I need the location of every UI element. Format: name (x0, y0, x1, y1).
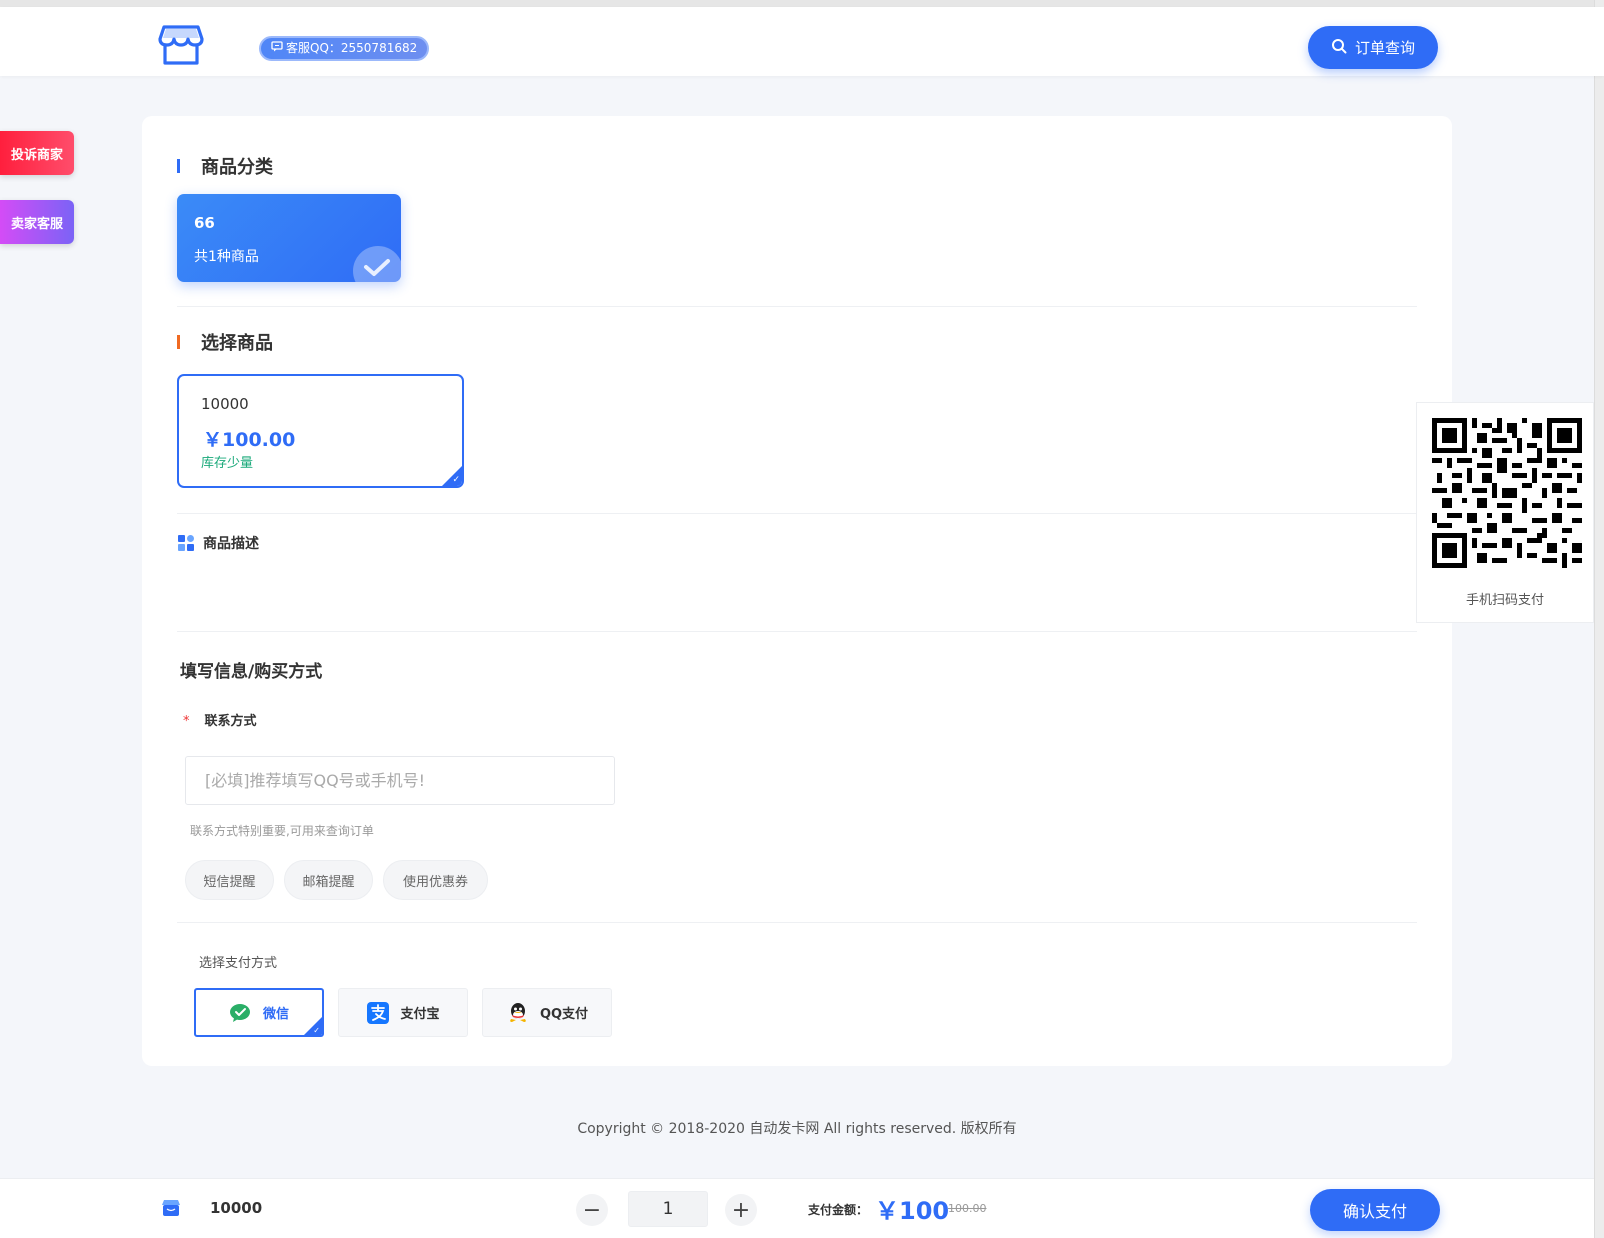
qq-service-label: 客服QQ：2550781682 (286, 41, 418, 55)
category-name: 66 (194, 214, 215, 232)
product-name: 10000 (201, 395, 249, 413)
pay-alipay-label: 支付宝 (400, 1007, 440, 1022)
pay-qq-option[interactable]: QQ支付 (482, 988, 612, 1037)
footer-product-name: 10000 (210, 1199, 263, 1217)
scrollbar[interactable] (1594, 0, 1604, 1238)
plus-icon: + (731, 1197, 751, 1223)
qq-service-badge[interactable]: 客服QQ：2550781682 (259, 36, 430, 61)
qr-caption: 手机扫码支付 (1465, 593, 1544, 608)
contact-input[interactable] (185, 756, 615, 805)
store-logo-icon[interactable] (158, 23, 204, 67)
original-amount: 100.00 (948, 1202, 987, 1215)
required-mark: * (183, 714, 190, 729)
contact-label-text: 联系方式 (204, 714, 257, 729)
product-price: ￥100.00 (203, 429, 296, 451)
top-border (0, 0, 1604, 7)
amount-value: ￥100 (875, 1197, 950, 1225)
description-title: 商品描述 (178, 533, 259, 553)
email-reminder-button[interactable]: 邮箱提醒 (284, 860, 373, 900)
product-stock: 库存少量 (201, 456, 254, 471)
alipay-icon (366, 1001, 390, 1025)
divider (177, 631, 1417, 632)
chat-icon (271, 38, 283, 59)
sms-reminder-button[interactable]: 短信提醒 (185, 860, 274, 900)
qr-code-image (1432, 418, 1582, 568)
qr-panel: 手机扫码支付 (1416, 402, 1594, 623)
search-icon (1331, 38, 1347, 58)
header: 客服QQ：2550781682 订单查询 (0, 7, 1604, 76)
form-title: 填写信息/购买方式 (180, 662, 323, 682)
order-query-label: 订单查询 (1354, 39, 1415, 57)
divider (177, 306, 1417, 307)
category-section-title: 商品分类 (177, 153, 273, 179)
product-section-title: 选择商品 (177, 329, 273, 355)
amount-label: 支付金额： (808, 1203, 869, 1217)
complain-merchant-button[interactable]: 投诉商家 (0, 131, 74, 175)
payment-title: 选择支付方式 (199, 956, 278, 971)
divider (177, 922, 1417, 923)
contact-help-text: 联系方式特别重要,可用来查询订单 (190, 824, 374, 838)
product-title-text: 选择商品 (201, 333, 273, 354)
divider (177, 513, 1417, 514)
increase-quantity-button[interactable]: + (725, 1194, 757, 1226)
checkout-bar: 10000 − 1 + 支付金额： ￥100 100.00 确认支付 (0, 1178, 1594, 1238)
decrease-quantity-button[interactable]: − (576, 1194, 608, 1226)
section-marker (177, 335, 180, 349)
section-marker (177, 159, 180, 173)
confirm-pay-button[interactable]: 确认支付 (1310, 1189, 1440, 1231)
grid-icon (178, 535, 194, 551)
pay-qq-label: QQ支付 (539, 1007, 589, 1022)
shop-icon (162, 1199, 180, 1216)
contact-label: * 联系方式 (183, 710, 257, 729)
seller-service-button[interactable]: 卖家客服 (0, 200, 74, 244)
check-icon: ✓ (313, 1026, 320, 1035)
pay-wechat-option[interactable]: 微信 ✓ (194, 988, 324, 1037)
product-card[interactable]: 10000 ￥100.00 库存少量 ✓ (177, 374, 464, 488)
pay-wechat-label: 微信 (262, 1007, 289, 1022)
order-query-button[interactable]: 订单查询 (1308, 26, 1438, 69)
category-title-text: 商品分类 (201, 157, 273, 178)
use-coupon-button[interactable]: 使用优惠券 (383, 860, 488, 900)
main-card: 商品分类 66 共1种商品 选择商品 10000 ￥100.00 库存少量 ✓ … (142, 116, 1452, 1066)
pay-alipay-option[interactable]: 支付宝 (338, 988, 468, 1037)
description-title-text: 商品描述 (203, 536, 259, 552)
check-icon: ✓ (452, 475, 460, 485)
wechat-icon (229, 1001, 253, 1025)
category-card[interactable]: 66 共1种商品 (177, 194, 401, 282)
quantity-input[interactable]: 1 (628, 1191, 708, 1227)
category-count: 共1种商品 (194, 249, 259, 265)
copyright: Copyright © 2018-2020 自动发卡网 All rights r… (577, 1121, 1017, 1137)
qq-icon (506, 1001, 530, 1025)
check-icon (353, 246, 401, 282)
minus-icon: − (582, 1197, 602, 1223)
